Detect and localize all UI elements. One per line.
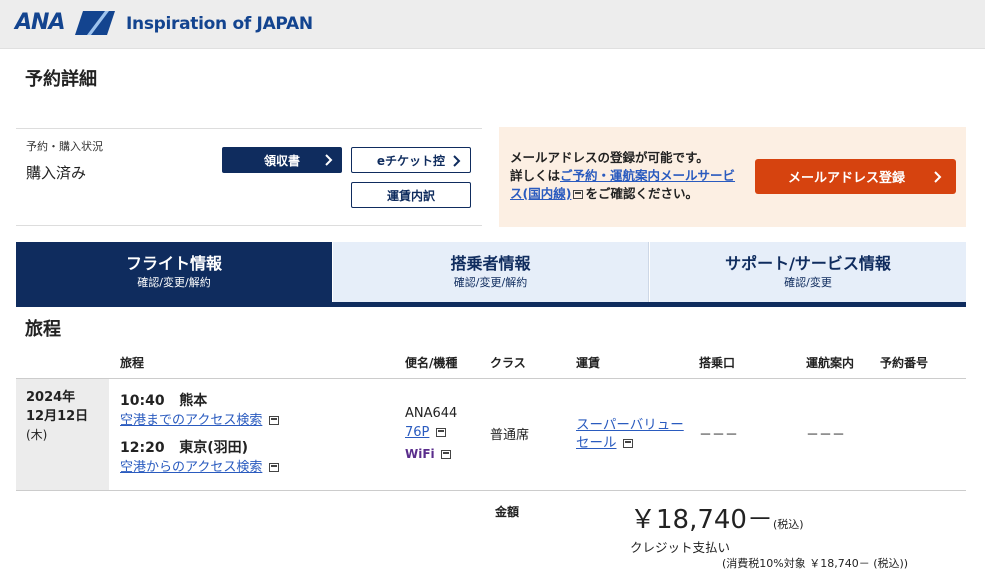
access-from-airport-link[interactable]: 空港からのアクセス検索 bbox=[120, 460, 262, 475]
table-divider bbox=[16, 378, 966, 379]
tagline: Inspiration of JAPAN bbox=[126, 14, 313, 34]
tax-included-note: (税込) bbox=[773, 518, 804, 531]
amount-label: 金額 bbox=[495, 505, 520, 519]
flight-status: －－－ bbox=[806, 428, 846, 443]
flight-date: 2024年 12月12日 (木) bbox=[16, 379, 109, 490]
logo-mark-icon bbox=[75, 11, 115, 35]
chevron-right-icon bbox=[325, 154, 333, 166]
new-window-icon bbox=[573, 190, 584, 199]
tab-title: 搭乗者情報 bbox=[450, 253, 531, 273]
tab-flight-info[interactable]: フライト情報 確認/変更/解約 bbox=[16, 242, 332, 302]
page-title: 予約詳細 bbox=[25, 69, 97, 90]
email-notice-line1: メールアドレスの登録が可能です。 bbox=[510, 150, 709, 165]
status-label: 予約・購入状況 bbox=[26, 140, 103, 153]
tab-passenger-info[interactable]: 搭乗者情報 確認/変更/解約 bbox=[333, 242, 649, 302]
departure: 10:40 熊本 bbox=[120, 392, 207, 410]
new-window-icon bbox=[435, 428, 446, 437]
email-register-label: メールアドレス登録 bbox=[787, 171, 905, 186]
detail-tabs: フライト情報 確認/変更/解約 搭乗者情報 確認/変更/解約 サポート/サービス… bbox=[16, 242, 966, 307]
chevron-right-icon bbox=[934, 171, 942, 183]
header-gate: 搭乗口 bbox=[699, 356, 736, 370]
header-bar: ANA Inspiration of JAPAN bbox=[0, 0, 985, 49]
receipt-button[interactable]: 領収書 bbox=[222, 147, 342, 173]
email-notice-suffix: をご確認ください。 bbox=[585, 186, 698, 201]
new-window-icon bbox=[268, 463, 279, 472]
tab-subtitle: 確認/変更/解約 bbox=[453, 275, 528, 289]
boarding-gate: －－－ bbox=[699, 428, 739, 443]
arrival-time: 12:20 bbox=[120, 440, 165, 456]
email-notice-text: メールアドレスの登録が可能です。 詳しくはご予約・運航案内メールサービス(国内線… bbox=[510, 149, 745, 203]
header-flight-status: 運航案内 bbox=[806, 356, 855, 370]
date-weekday: (木) bbox=[26, 428, 48, 442]
payment-method: クレジット支払い bbox=[630, 540, 731, 555]
tab-subtitle: 確認/変更/解約 bbox=[137, 275, 211, 289]
table-divider bbox=[16, 490, 966, 491]
wifi-label: WiFi bbox=[405, 447, 435, 461]
fare-type: スーパーバリューセール bbox=[576, 416, 696, 452]
header-route: 旅程 bbox=[120, 356, 145, 370]
arrival-airport: 東京(羽田) bbox=[179, 440, 248, 456]
new-window-icon bbox=[268, 416, 279, 425]
chevron-right-icon bbox=[453, 155, 461, 167]
email-notice-prefix: 詳しくは bbox=[510, 168, 561, 183]
email-register-button[interactable]: メールアドレス登録 bbox=[755, 159, 956, 194]
date-year: 2024年 bbox=[26, 390, 76, 405]
departure-access: 空港までのアクセス検索 bbox=[120, 412, 281, 429]
logo-text: ANA bbox=[15, 10, 65, 35]
arrival: 12:20 東京(羽田) bbox=[120, 439, 248, 457]
fare-breakdown-label: 運賃内訳 bbox=[386, 188, 435, 203]
tab-support-info[interactable]: サポート/サービス情報 確認/変更 bbox=[650, 242, 966, 302]
arrival-access: 空港からのアクセス検索 bbox=[120, 459, 281, 476]
total-amount: ￥18,740－ bbox=[630, 505, 773, 535]
tab-title: フライト情報 bbox=[125, 253, 222, 273]
header-fare: 運賃 bbox=[576, 356, 601, 370]
wifi-badge[interactable]: WiFi bbox=[405, 446, 453, 462]
new-window-icon bbox=[622, 439, 633, 448]
access-to-airport-link[interactable]: 空港までのアクセス検索 bbox=[120, 413, 262, 428]
header-flight: 便名/機種 bbox=[405, 356, 458, 370]
aircraft: 76P bbox=[405, 424, 448, 441]
fare-breakdown-button[interactable]: 運賃内訳 bbox=[351, 182, 471, 208]
receipt-button-label: 領収書 bbox=[263, 153, 300, 168]
tax-detail: (消費税10%対象 ￥18,740－ (税込)) bbox=[722, 557, 909, 570]
tab-title: サポート/サービス情報 bbox=[725, 253, 891, 273]
header-class: クラス bbox=[490, 356, 526, 370]
itinerary-title: 旅程 bbox=[25, 319, 61, 340]
ana-logo[interactable]: ANA bbox=[15, 9, 115, 37]
status-value: 購入済み bbox=[26, 164, 87, 182]
eticket-button[interactable]: eチケット控 bbox=[351, 147, 471, 173]
departure-airport: 熊本 bbox=[179, 393, 208, 409]
departure-time: 10:40 bbox=[120, 393, 165, 409]
seat-class: 普通席 bbox=[490, 428, 530, 443]
aircraft-link[interactable]: 76P bbox=[405, 425, 429, 440]
date-month-day: 12月12日 bbox=[26, 409, 89, 424]
tab-underline bbox=[16, 302, 966, 307]
booking-status-panel: 予約・購入状況 購入済み 領収書 eチケット控 運賃内訳 bbox=[16, 128, 482, 226]
tab-subtitle: 確認/変更 bbox=[784, 275, 832, 289]
eticket-button-label: eチケット控 bbox=[376, 153, 446, 168]
flight-number: ANA644 bbox=[405, 406, 458, 421]
new-window-icon bbox=[440, 450, 451, 459]
email-notice-panel: メールアドレスの登録が可能です。 詳しくはご予約・運航案内メールサービス(国内線… bbox=[499, 127, 966, 227]
header-booking-number: 予約番号 bbox=[880, 356, 929, 370]
